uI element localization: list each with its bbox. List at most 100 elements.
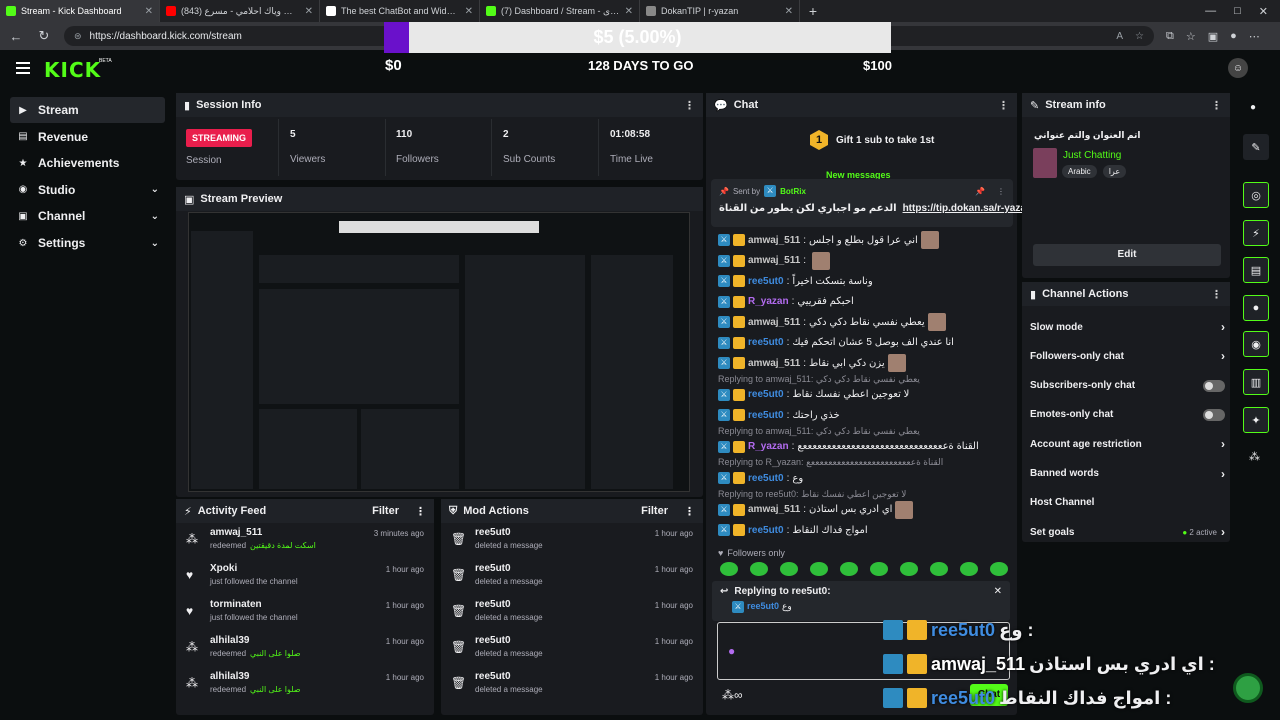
feed-username[interactable]: Xpoki — [210, 563, 298, 574]
profile-icon[interactable]: ● — [1230, 30, 1237, 42]
edit-rail-icon[interactable]: ✎ — [1243, 134, 1269, 160]
pinned-link[interactable]: https://tip.dokan.sa/r-yazan — [903, 203, 1032, 214]
menu-icon[interactable] — [16, 62, 30, 74]
chat-message[interactable]: ⚔ amwaj_511: اي ادري بس استاذن — [718, 500, 1008, 520]
chat-username[interactable]: ree5ut0 — [748, 389, 784, 400]
chat-username[interactable]: ree5ut0 — [748, 473, 784, 484]
sidebar-item-studio[interactable]: ◉ Studio ⌄ — [10, 177, 165, 203]
close-tab-icon[interactable]: ✕ — [305, 6, 313, 17]
gift-sub-banner[interactable]: 1 Gift 1 sub to take 1st — [810, 130, 934, 150]
channel-action-emotes-only-chat[interactable]: Emotes-only chat — [1030, 401, 1225, 429]
more-options-icon[interactable]: ⋮ — [1211, 288, 1222, 301]
chat-message[interactable]: ⚔ R_yazan: احبكم فقرييي — [718, 292, 1008, 312]
sidebar-item-channel[interactable]: ▣ Channel ⌄ — [10, 203, 165, 229]
emote-icon[interactable] — [840, 562, 858, 576]
mic-icon[interactable]: ● — [728, 644, 735, 658]
chat-rail-icon[interactable]: ● — [1243, 295, 1269, 321]
feed-username[interactable]: ree5ut0 — [475, 635, 543, 646]
chevron-right-icon[interactable]: › — [1221, 320, 1225, 334]
emote-icon[interactable] — [870, 562, 888, 576]
category-name[interactable]: Just Chatting — [1063, 150, 1121, 161]
chat-message[interactable]: ⚔ ree5ut0: انا عندي الف بوصل 5 عشان اتحكم … — [718, 333, 1008, 353]
emote-icon[interactable] — [780, 562, 798, 576]
chat-message[interactable]: ⚔ amwaj_511: يعطي نفسي نقاط دكي دكي — [718, 312, 1008, 332]
layout-rail-icon[interactable]: ▥ — [1243, 369, 1269, 395]
sidebar-item-achievements[interactable]: ★ Achievements — [10, 150, 165, 176]
sidebar-item-stream[interactable]: ▶ Stream — [10, 97, 165, 123]
chat-username[interactable]: amwaj_511 — [748, 504, 800, 515]
chevron-down-icon[interactable]: ⌄ — [151, 184, 159, 195]
chevron-right-icon[interactable]: › — [1221, 349, 1225, 363]
chat-username[interactable]: R_yazan — [748, 441, 789, 452]
collections-icon[interactable]: ▣ — [1208, 30, 1218, 43]
channel-action-subscribers-only-chat[interactable]: Subscribers-only chat — [1030, 372, 1225, 400]
more-options-icon[interactable]: ⋮ — [684, 99, 695, 112]
chat-username[interactable]: amwaj_511 — [748, 255, 800, 266]
new-tab-button[interactable]: + — [800, 0, 826, 22]
chat-message[interactable]: ⚔ amwaj_511: اني عرا قول بطلع و اجلس — [718, 230, 1008, 250]
chat-username[interactable]: amwaj_511 — [748, 235, 800, 246]
chat-message[interactable]: ⚔ ree5ut0: وع — [718, 468, 1008, 488]
chat-username[interactable]: ree5ut0 — [748, 337, 784, 348]
chat-message[interactable]: ⚔ ree5ut0: خذي راحتك — [718, 405, 1008, 425]
channel-action-followers-only-chat[interactable]: Followers-only chat › — [1030, 342, 1225, 370]
extensions-icon[interactable]: ⧉ — [1166, 30, 1174, 43]
close-tab-icon[interactable]: ✕ — [145, 6, 153, 17]
community-icon[interactable]: ⁂∞ — [722, 688, 743, 702]
community-rail-icon[interactable]: ⁂ — [1249, 450, 1260, 463]
edit-button[interactable]: Edit — [1033, 244, 1221, 266]
info-icon[interactable]: ● — [1250, 102, 1256, 113]
feed-username[interactable]: ree5ut0 — [475, 599, 543, 610]
user-avatar[interactable]: ☺ — [1228, 58, 1248, 78]
toggle-switch[interactable] — [1203, 379, 1225, 392]
chevron-right-icon[interactable]: › — [1221, 525, 1225, 539]
feed-username[interactable]: ree5ut0 — [475, 563, 543, 574]
toggle-switch[interactable] — [1203, 408, 1225, 421]
emote-icon[interactable] — [750, 562, 768, 576]
channel-action-banned-words[interactable]: Banned words › — [1030, 460, 1225, 488]
emote-icon[interactable] — [960, 562, 978, 576]
chat-username[interactable]: ree5ut0 — [748, 525, 784, 536]
channel-action-slow-mode[interactable]: Slow mode › — [1030, 313, 1225, 341]
maximize-icon[interactable]: □ — [1234, 5, 1241, 17]
more-options-icon[interactable]: ⋮ — [998, 99, 1009, 112]
chat-username[interactable]: amwaj_511 — [748, 317, 800, 328]
feed-username[interactable]: torminaten — [210, 599, 298, 610]
sidebar-item-settings[interactable]: ⚙ Settings ⌄ — [10, 230, 165, 256]
site-info-icon[interactable]: ⊜ — [74, 31, 82, 42]
chat-username[interactable]: amwaj_511 — [748, 358, 800, 369]
browser-tab[interactable]: (843) ضاعت وياك احلامي - مسرع ✕ — [160, 0, 320, 22]
emote-icon[interactable] — [930, 562, 948, 576]
channel-action-host-channel[interactable]: Host Channel — [1030, 489, 1225, 517]
browser-tab[interactable]: Stream - Kick Dashboard ✕ — [0, 0, 160, 22]
wrench-rail-icon[interactable]: ✦ — [1243, 407, 1269, 433]
stream-preview-video[interactable] — [188, 212, 690, 492]
close-icon[interactable]: ✕ — [1259, 5, 1268, 18]
feed-username[interactable]: alhilal39 — [210, 671, 301, 682]
feed-username[interactable]: amwaj_511 — [210, 527, 316, 538]
bookmark-star-icon[interactable]: ☆ — [1135, 31, 1144, 42]
lightning-rail-icon[interactable]: ⚡ — [1243, 220, 1269, 246]
minimize-icon[interactable]: — — [1205, 5, 1216, 17]
feed-username[interactable]: alhilal39 — [210, 635, 301, 646]
chat-username[interactable]: ree5ut0 — [748, 410, 784, 421]
feed-username[interactable]: ree5ut0 — [475, 671, 543, 682]
more-options-icon[interactable]: ⋮ — [415, 505, 426, 518]
broadcast-rail-icon[interactable]: ◉ — [1243, 331, 1269, 357]
chat-message[interactable]: ⚔ R_yazan: القناة ةععععععععععععععععععععععع… — [718, 437, 1008, 457]
browser-tab[interactable]: DokanTIP | r-yazan ✕ — [640, 0, 800, 22]
browser-tab[interactable]: The best ChatBot and Widgets fo ✕ — [320, 0, 480, 22]
mod-filter-button[interactable]: Filter — [641, 505, 668, 517]
feed-username[interactable]: ree5ut0 — [475, 527, 543, 538]
more-options-icon[interactable]: ⋮ — [997, 187, 1005, 196]
emote-icon[interactable] — [990, 562, 1008, 576]
kick-logo[interactable]: KICK — [44, 58, 101, 82]
emote-icon[interactable] — [900, 562, 918, 576]
chevron-down-icon[interactable]: ⌄ — [151, 211, 159, 222]
more-icon[interactable]: ⋯ — [1249, 30, 1260, 43]
chat-message[interactable]: ⚔ amwaj_511: — [718, 251, 1008, 271]
browser-tab[interactable]: (7) Dashboard / Stream - تطوير المحتوى ✕ — [480, 0, 640, 22]
clipboard-rail-icon[interactable]: ▤ — [1243, 257, 1269, 283]
close-tab-icon[interactable]: ✕ — [785, 6, 793, 17]
chat-username[interactable]: ree5ut0 — [748, 276, 784, 287]
